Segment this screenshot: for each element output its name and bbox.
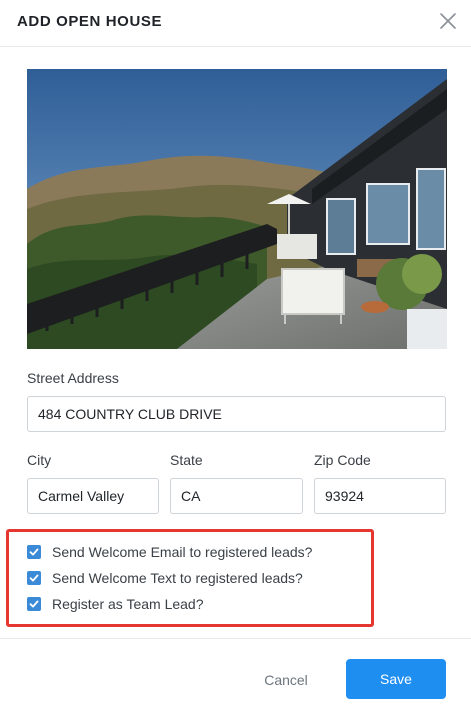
add-open-house-dialog: ADD OPEN HOUSE Street Address 484 COUNTR… xyxy=(0,0,471,713)
city-label: City xyxy=(27,452,52,468)
welcome-email-label: Send Welcome Email to registered leads? xyxy=(52,544,313,560)
welcome-email-checkbox[interactable] xyxy=(27,545,41,559)
welcome-text-option[interactable]: Send Welcome Text to registered leads? xyxy=(27,568,303,588)
team-lead-checkbox[interactable] xyxy=(27,597,41,611)
street-address-input[interactable] xyxy=(27,396,446,432)
dialog-header: ADD OPEN HOUSE xyxy=(0,0,471,47)
welcome-text-label: Send Welcome Text to registered leads? xyxy=(52,570,303,586)
close-icon[interactable] xyxy=(437,10,459,32)
state-label: State xyxy=(170,452,203,468)
save-button[interactable]: Save xyxy=(346,659,446,699)
team-lead-option[interactable]: Register as Team Lead? xyxy=(27,594,204,614)
footer-divider xyxy=(0,638,471,639)
state-input[interactable] xyxy=(170,478,303,514)
welcome-email-option[interactable]: Send Welcome Email to registered leads? xyxy=(27,542,312,562)
checkmark-icon xyxy=(29,548,39,556)
city-input[interactable] xyxy=(27,478,159,514)
zip-code-input[interactable] xyxy=(314,478,446,514)
welcome-text-checkbox[interactable] xyxy=(27,571,41,585)
team-lead-label: Register as Team Lead? xyxy=(52,596,204,612)
checkmark-icon xyxy=(29,574,39,582)
property-photo-image xyxy=(27,69,447,349)
edit-icon xyxy=(407,309,447,349)
street-address-label: Street Address xyxy=(27,370,119,386)
checkmark-icon xyxy=(29,600,39,608)
dialog-title: ADD OPEN HOUSE xyxy=(17,13,163,30)
cancel-button[interactable]: Cancel xyxy=(250,662,322,698)
zip-code-label: Zip Code xyxy=(314,452,371,468)
property-photo xyxy=(27,69,447,349)
edit-photo-button[interactable] xyxy=(407,309,447,349)
